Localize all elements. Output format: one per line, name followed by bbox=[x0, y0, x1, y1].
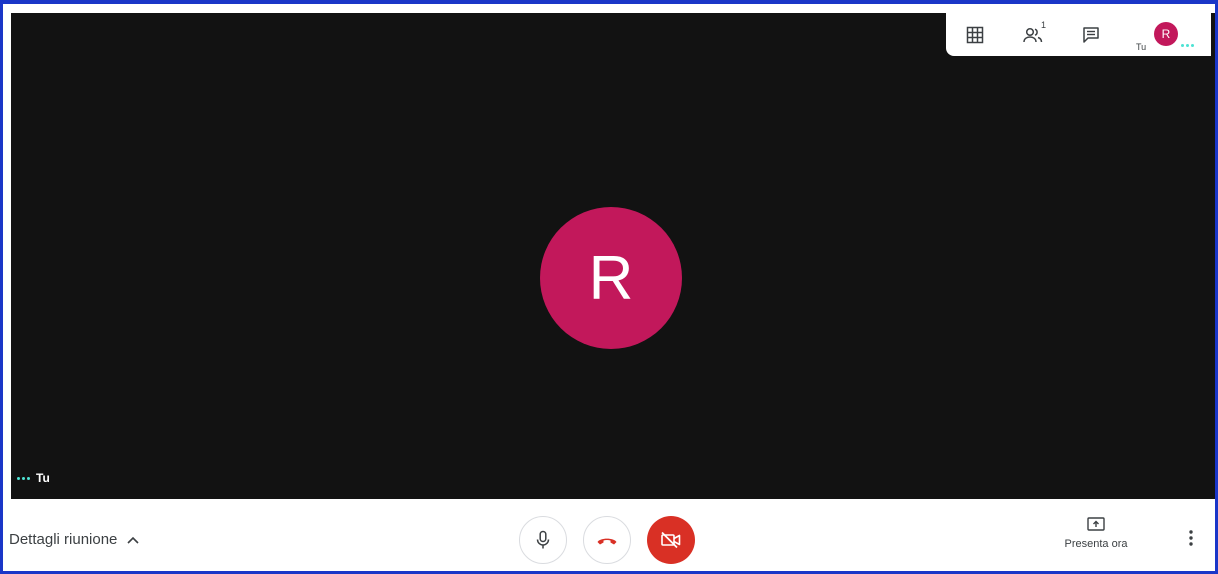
chevron-up-icon bbox=[127, 536, 139, 544]
participant-name-tag: Tu bbox=[17, 471, 50, 485]
call-controls bbox=[519, 516, 695, 564]
self-tile-label: Tu bbox=[1136, 42, 1147, 52]
camera-off-icon bbox=[661, 531, 681, 549]
phone-hangup-icon bbox=[597, 538, 617, 545]
speaking-indicator-icon bbox=[17, 476, 30, 480]
present-now-button[interactable]: Presenta ora bbox=[1058, 517, 1134, 550]
self-view-tile[interactable]: Tu R bbox=[1120, 13, 1194, 56]
present-now-label: Presenta ora bbox=[1064, 538, 1128, 550]
layout-button[interactable] bbox=[946, 13, 1004, 56]
people-count-badge: 1 bbox=[1041, 20, 1047, 30]
meet-window: R Tu 1 Tu R Dettagli riunione Presenta o… bbox=[0, 0, 1218, 574]
chat-button[interactable] bbox=[1062, 13, 1120, 56]
participant-name: Tu bbox=[36, 471, 50, 485]
top-right-toolbar: 1 Tu R bbox=[946, 13, 1211, 56]
self-speaking-indicator-icon bbox=[1181, 44, 1194, 47]
participant-initial: R bbox=[588, 243, 634, 313]
chat-icon bbox=[1083, 26, 1099, 43]
participant-avatar: R bbox=[540, 207, 682, 349]
bottom-control-bar: Dettagli riunione Presenta ora bbox=[3, 499, 1215, 571]
self-tile-avatar: R bbox=[1154, 22, 1178, 46]
present-screen-icon bbox=[1087, 517, 1105, 531]
self-tile-initial: R bbox=[1161, 27, 1171, 41]
people-button[interactable]: 1 bbox=[1004, 13, 1062, 56]
grid-layout-icon bbox=[966, 26, 984, 43]
microphone-icon bbox=[536, 530, 550, 549]
more-options-button[interactable] bbox=[1181, 527, 1201, 549]
microphone-button[interactable] bbox=[519, 516, 567, 564]
meeting-details-button[interactable]: Dettagli riunione bbox=[9, 531, 139, 548]
leave-call-button[interactable] bbox=[583, 516, 631, 564]
camera-toggle-button[interactable] bbox=[647, 516, 695, 564]
meeting-details-label: Dettagli riunione bbox=[9, 531, 118, 548]
more-vertical-icon bbox=[1189, 530, 1193, 546]
video-stage: R Tu bbox=[11, 13, 1215, 499]
